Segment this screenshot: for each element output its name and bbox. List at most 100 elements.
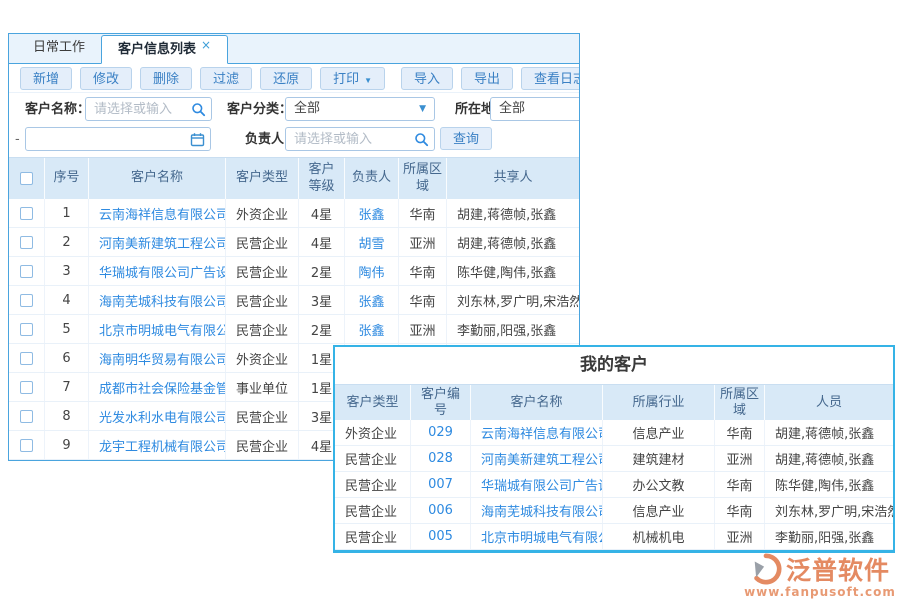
row-checkbox[interactable]: [20, 265, 33, 278]
leader-link[interactable]: 胡雪: [345, 228, 399, 256]
leader-link[interactable]: 陶伟: [345, 257, 399, 285]
customer-type: 民营企业: [335, 472, 411, 497]
row-checkbox[interactable]: [20, 294, 33, 307]
row-checkbox-cell[interactable]: [9, 402, 45, 430]
date-field[interactable]: [25, 127, 211, 151]
table-row[interactable]: 民营企业 007 华瑞城有限公司广告设计部 办公文教 华南 陈华健,陶伟,张鑫: [335, 472, 893, 498]
customer-name-link[interactable]: 华瑞城有限公司广告设计部: [471, 472, 603, 497]
row-checkbox-cell[interactable]: [9, 315, 45, 343]
row-checkbox[interactable]: [20, 352, 33, 365]
add-button[interactable]: 新增: [20, 67, 72, 90]
row-checkbox[interactable]: [20, 207, 33, 220]
row-checkbox-cell[interactable]: [9, 199, 45, 227]
customer-category-label: 客户分类：: [227, 98, 292, 122]
row-checkbox-cell[interactable]: [9, 431, 45, 459]
customer-name-link[interactable]: 北京市明城电气有限公司: [89, 315, 226, 343]
table-row[interactable]: 民营企业 005 北京市明城电气有限公司 机械机电 亚洲 李勤丽,阳强,张鑫: [335, 524, 893, 550]
customer-name-link[interactable]: 河南美新建筑工程公司: [471, 446, 603, 471]
customer-name-link[interactable]: 北京市明城电气有限公司: [471, 524, 603, 549]
customer-name-link[interactable]: 河南美新建筑工程公司: [89, 228, 226, 256]
row-checkbox-cell[interactable]: [9, 344, 45, 372]
customer-level: 4星: [299, 199, 345, 227]
customer-type: 外资企业: [226, 199, 299, 227]
leader-link[interactable]: 张鑫: [345, 286, 399, 314]
customer-name-link[interactable]: 海南明华贸易有限公司: [89, 344, 226, 372]
print-button[interactable]: 打印▼: [320, 67, 385, 90]
leader-link[interactable]: 张鑫: [345, 199, 399, 227]
tab-daily-work[interactable]: 日常工作: [17, 34, 101, 63]
table-row[interactable]: 3 华瑞城有限公司广告设计部 民营企业 2星 陶伟 华南 陈华健,陶伟,张鑫: [9, 257, 579, 286]
customer-code-link[interactable]: 028: [411, 446, 471, 471]
calendar-icon[interactable]: [190, 132, 205, 147]
table-row[interactable]: 民营企业 006 海南芜城科技有限公司 信息产业 华南 刘东林,罗广明,宋浩然,…: [335, 498, 893, 524]
customer-name-link[interactable]: 云南海祥信息有限公司: [89, 199, 226, 227]
col-shared: 共享人: [447, 158, 579, 199]
select-all-cell[interactable]: [9, 158, 45, 199]
row-checkbox[interactable]: [20, 381, 33, 394]
customer-name-link[interactable]: 海南芜城科技有限公司: [89, 286, 226, 314]
leader-input[interactable]: [286, 128, 434, 150]
customer-name-link[interactable]: 光发水利水电有限公司: [89, 402, 226, 430]
row-checkbox[interactable]: [20, 439, 33, 452]
export-button[interactable]: 导出: [461, 67, 513, 90]
leader-field[interactable]: [285, 127, 435, 151]
table-row[interactable]: 5 北京市明城电气有限公司 民营企业 2星 张鑫 亚洲 李勤丽,阳强,张鑫: [9, 315, 579, 344]
date-input[interactable]: [26, 128, 210, 150]
shared-persons: 胡建,蒋德帧,张鑫: [447, 228, 579, 256]
table-row[interactable]: 2 河南美新建筑工程公司 民营企业 4星 胡雪 亚洲 胡建,蒋德帧,张鑫: [9, 228, 579, 257]
customer-code-link[interactable]: 029: [411, 420, 471, 445]
row-index: 5: [45, 315, 89, 343]
leader-link[interactable]: 张鑫: [345, 315, 399, 343]
customer-code-link[interactable]: 007: [411, 472, 471, 497]
search-icon[interactable]: [191, 102, 206, 117]
row-checkbox[interactable]: [20, 410, 33, 423]
staff: 胡建,蒋德帧,张鑫: [765, 446, 893, 471]
row-index: 3: [45, 257, 89, 285]
region-select[interactable]: 全部: [490, 97, 580, 121]
customer-level: 4星: [299, 228, 345, 256]
tab-customer-info-list[interactable]: 客户信息列表 ×: [101, 35, 228, 64]
select-all-checkbox[interactable]: [20, 172, 33, 185]
edit-button[interactable]: 修改: [80, 67, 132, 90]
table-row[interactable]: 1 云南海祥信息有限公司 外资企业 4星 张鑫 华南 胡建,蒋德帧,张鑫: [9, 199, 579, 228]
row-checkbox-cell[interactable]: [9, 286, 45, 314]
restore-button[interactable]: 还原: [260, 67, 312, 90]
customer-name-link[interactable]: 成都市社会保险基金管理...: [89, 373, 226, 401]
customer-category-select[interactable]: 全部 ▼: [285, 97, 435, 121]
row-checkbox-cell[interactable]: [9, 228, 45, 256]
filter-button[interactable]: 过滤: [200, 67, 252, 90]
table-row[interactable]: 外资企业 029 云南海祥信息有限公司 信息产业 华南 胡建,蒋德帧,张鑫: [335, 420, 893, 446]
delete-button[interactable]: 删除: [140, 67, 192, 90]
customer-code-link[interactable]: 005: [411, 524, 471, 549]
region: 华南: [715, 420, 765, 445]
customer-name-link[interactable]: 龙宇工程机械有限公司: [89, 431, 226, 459]
staff: 胡建,蒋德帧,张鑫: [765, 420, 893, 445]
customer-name-link[interactable]: 海南芜城科技有限公司: [471, 498, 603, 523]
search-button[interactable]: 查询: [440, 127, 492, 150]
customer-type: 民营企业: [226, 431, 299, 459]
import-button[interactable]: 导入: [401, 67, 453, 90]
col-customer-name: 客户名称: [89, 158, 226, 199]
region: 华南: [399, 199, 447, 227]
main-table-header: 序号 客户名称 客户类型 客户等级 负责人 所属区域 共享人: [9, 157, 579, 199]
row-checkbox-cell[interactable]: [9, 373, 45, 401]
customer-code-link[interactable]: 006: [411, 498, 471, 523]
fanpu-logo-icon: [750, 553, 782, 585]
customer-type: 事业单位: [226, 373, 299, 401]
col-customer-code: 客户编号: [411, 385, 471, 422]
customer-name-link[interactable]: 云南海祥信息有限公司: [471, 420, 603, 445]
search-icon[interactable]: [414, 132, 429, 147]
close-icon[interactable]: ×: [201, 33, 211, 59]
view-log-button[interactable]: 查看日志: [521, 67, 580, 90]
row-checkbox[interactable]: [20, 236, 33, 249]
shared-persons: 陈华健,陶伟,张鑫: [447, 257, 579, 285]
region: 亚洲: [399, 228, 447, 256]
row-index: 4: [45, 286, 89, 314]
customer-name-link[interactable]: 华瑞城有限公司广告设计部: [89, 257, 226, 285]
row-checkbox[interactable]: [20, 323, 33, 336]
customer-name-field[interactable]: [85, 97, 212, 121]
table-row[interactable]: 4 海南芜城科技有限公司 民营企业 3星 张鑫 华南 刘东林,罗广明,宋浩然,张…: [9, 286, 579, 315]
row-checkbox-cell[interactable]: [9, 257, 45, 285]
print-label: 打印: [333, 71, 359, 86]
table-row[interactable]: 民营企业 028 河南美新建筑工程公司 建筑建材 亚洲 胡建,蒋德帧,张鑫: [335, 446, 893, 472]
